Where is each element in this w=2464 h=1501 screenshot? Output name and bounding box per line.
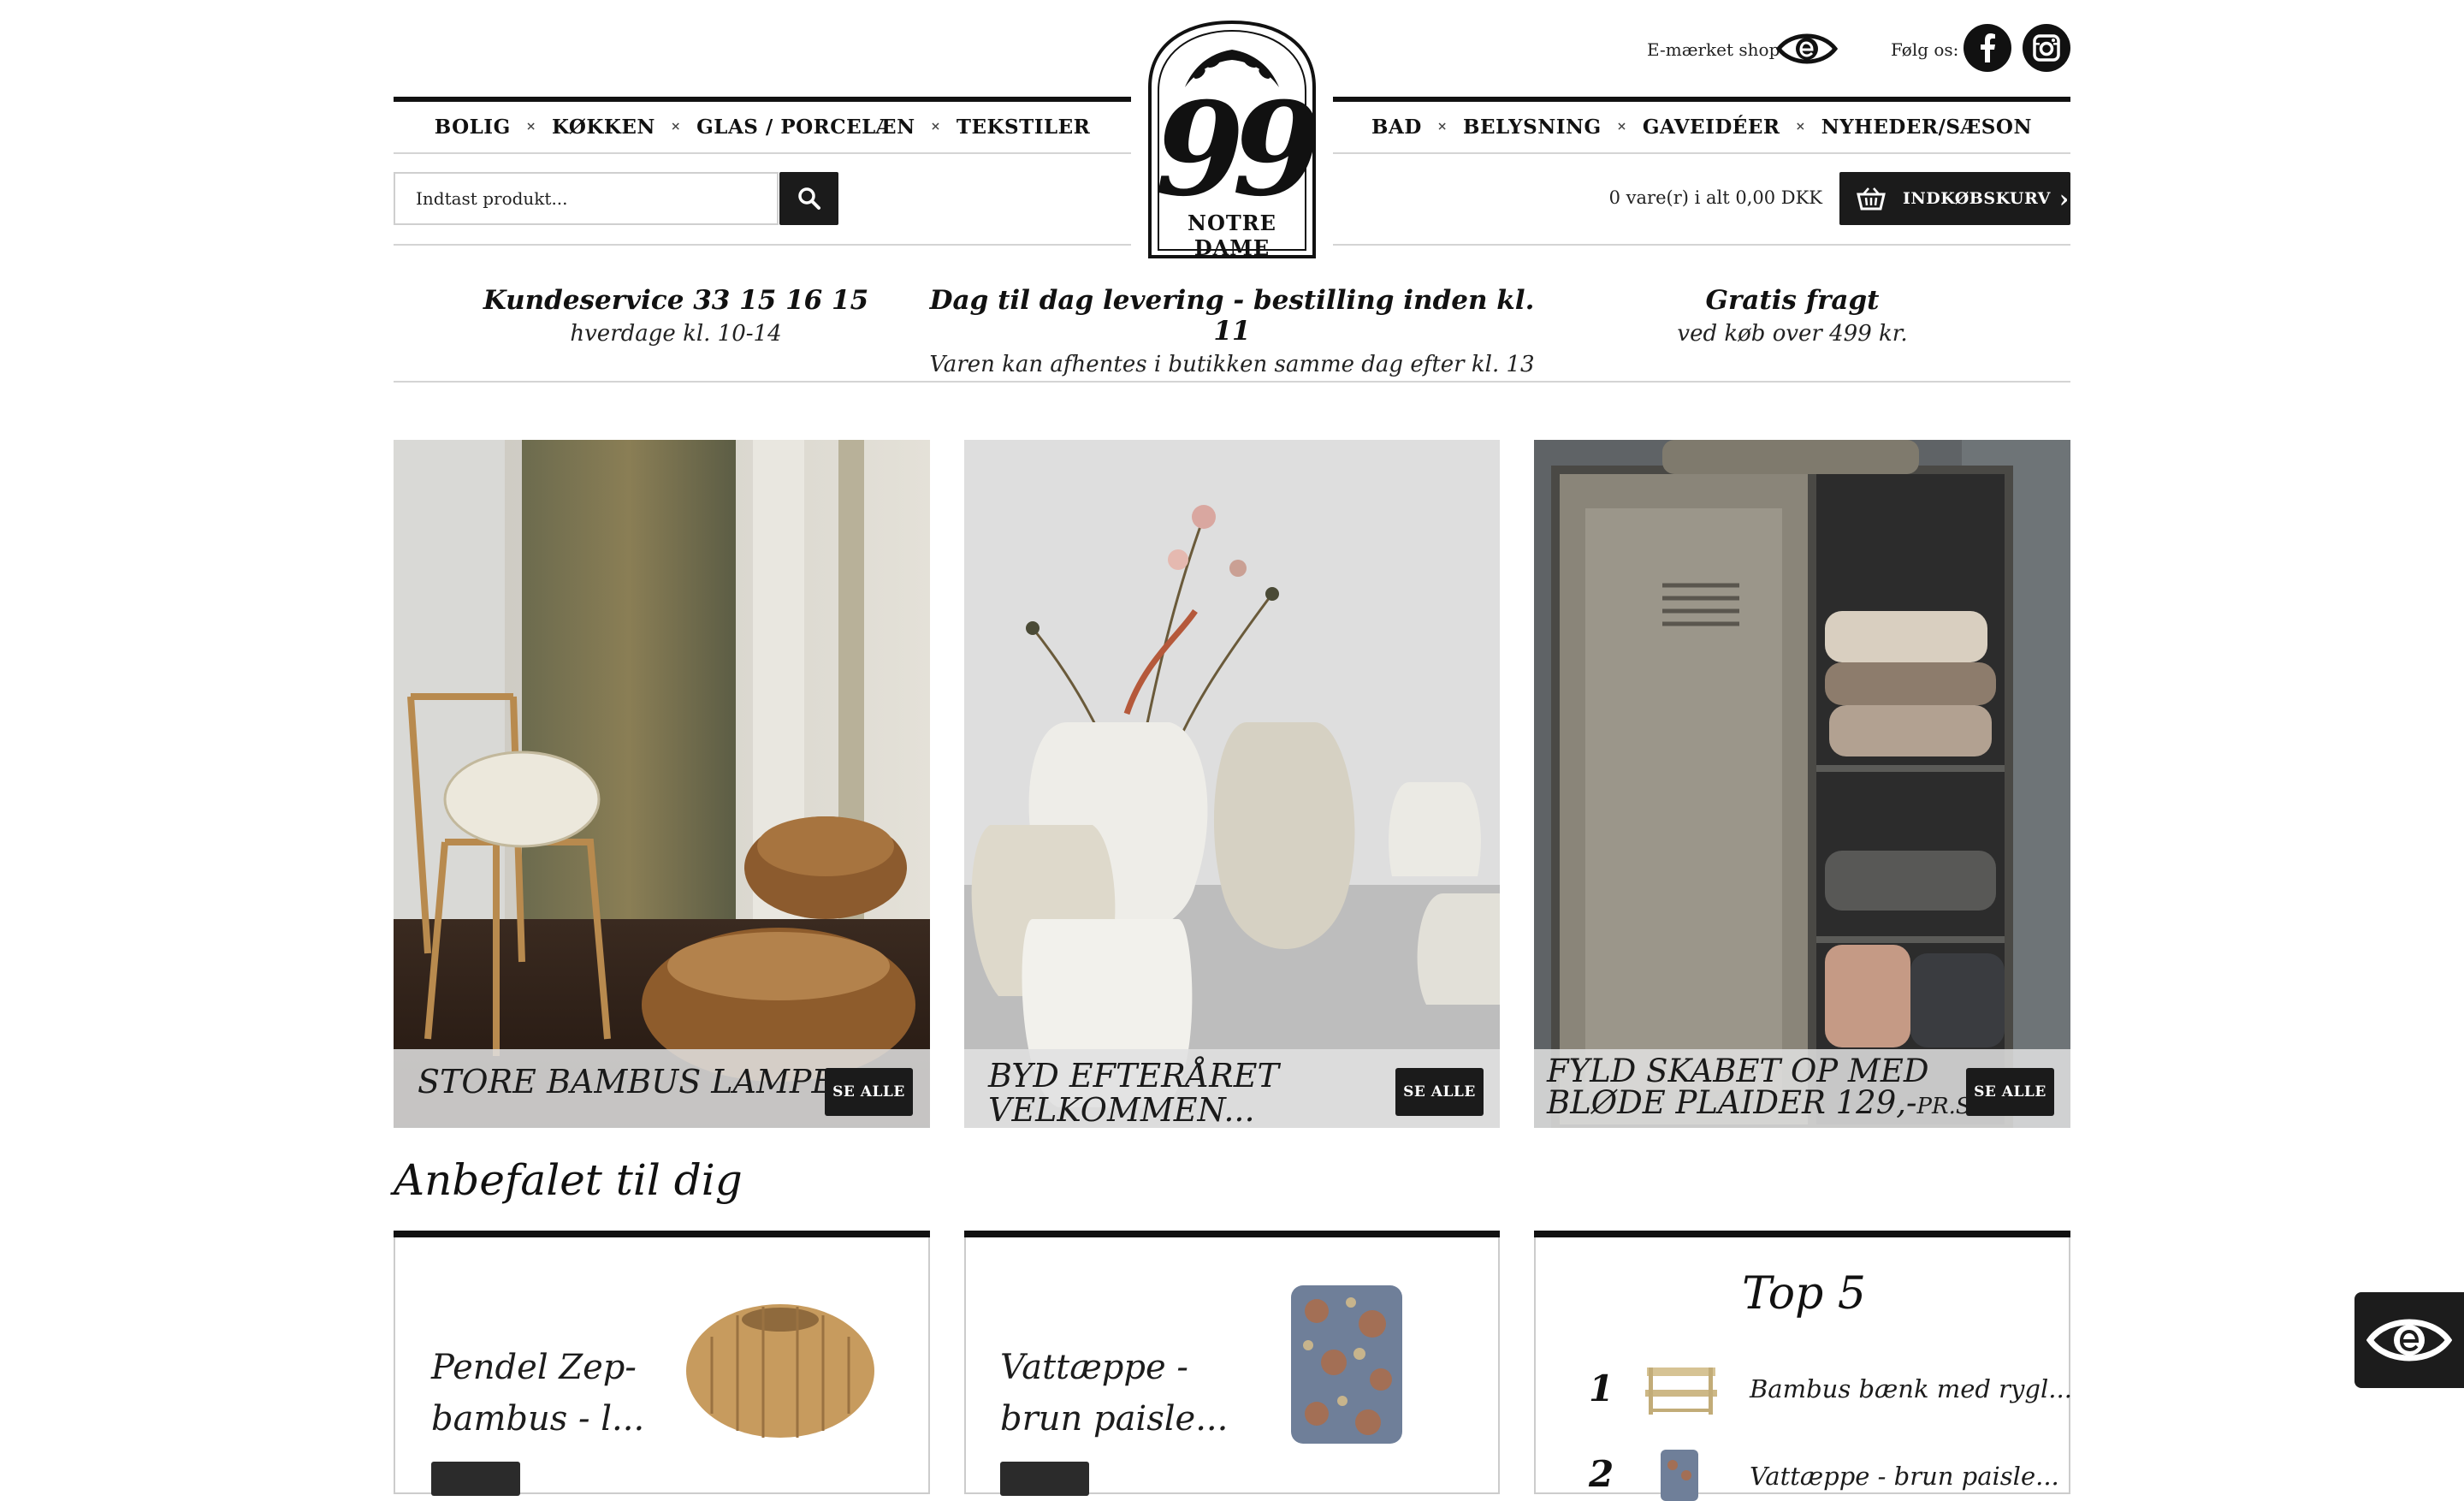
product-name[interactable]: Vattæppe - brun paisle...	[1000, 1342, 1240, 1445]
nav-rule-right	[1333, 97, 2070, 102]
nav-right: BAD × BELYSNING × GAVEIDÉER × NYHEDER/SÆ…	[1333, 111, 2070, 142]
promo-tile-bamboo-lamps[interactable]: STORE BAMBUS LAMPER SE ALLE	[394, 440, 930, 1128]
header-divider-right	[1333, 244, 2070, 246]
product-buy-button[interactable]	[431, 1462, 520, 1496]
product-card-vattaeppe[interactable]: Vattæppe - brun paisle...	[964, 1237, 1500, 1496]
promo-title: STORE BAMBUS LAMPER	[418, 1063, 860, 1101]
basket-icon	[1857, 187, 1886, 211]
card-topbar	[964, 1231, 1500, 1237]
product-name[interactable]: Pendel Zep- bambus - l...	[431, 1342, 654, 1445]
top5-rank: 2	[1589, 1453, 1614, 1495]
usp-free-shipping: Gratis fragt ved køb over 499 kr.	[1626, 285, 1959, 347]
nav-item-nyheder-saeson[interactable]: NYHEDER/SÆSON	[1821, 116, 2032, 139]
cart-summary: 0 vare(r) i alt 0,00 DKK	[1608, 187, 1822, 208]
instagram-icon[interactable]	[2023, 24, 2070, 72]
search-input[interactable]: Indtast produkt...	[394, 172, 779, 225]
promo-title-line2: BLØDE PLAIDER 129,-PR.STK.	[1547, 1086, 2010, 1124]
top5-title: Top 5	[1742, 1268, 1866, 1320]
product-name-line1: Pendel Zep-	[431, 1348, 637, 1387]
promo-image-autumn-vases	[964, 440, 1500, 1128]
nav-separator: ×	[1616, 120, 1627, 133]
card-topbar	[394, 1231, 930, 1237]
top5-item-name[interactable]: Vattæppe - brun paisle...	[1750, 1462, 2059, 1491]
emark-label: E-mærket shop	[1647, 39, 1780, 60]
nav-item-bad[interactable]: BAD	[1371, 116, 1422, 139]
see-all-button[interactable]: SE ALLE	[1395, 1068, 1484, 1116]
search-icon	[797, 187, 820, 210]
usp-title: Gratis fragt	[1705, 285, 1880, 316]
see-all-button[interactable]: SE ALLE	[825, 1068, 913, 1116]
nav-item-glas-porcelaen[interactable]: GLAS / PORCELÆN	[696, 116, 915, 139]
search-button[interactable]	[779, 172, 838, 225]
emark-icon[interactable]	[1775, 29, 1839, 68]
product-name-line2: brun paisle...	[1000, 1399, 1229, 1439]
promo-title-line1: BYD EFTERÅRET	[988, 1057, 1279, 1095]
promo-tile-autumn[interactable]: BYD EFTERÅRET VELKOMMEN... SE ALLE	[964, 440, 1500, 1128]
logo-numerals: 99	[1155, 74, 1322, 225]
top5-item-name[interactable]: Bambus bænk med rygl...	[1750, 1374, 2072, 1403]
usp-subtitle: Varen kan afhentes i butikken samme dag …	[929, 352, 1535, 377]
product-buy-button[interactable]	[1000, 1462, 1089, 1496]
product-image-quilt-small[interactable]	[1654, 1450, 1705, 1501]
search-placeholder: Indtast produkt...	[416, 188, 568, 209]
header-divider-left	[394, 244, 1131, 246]
see-all-button[interactable]: SE ALLE	[1966, 1068, 2054, 1116]
emark-badge-icon	[2366, 1319, 2452, 1362]
nav-separator: ×	[930, 120, 941, 133]
chevron-right-icon: ›	[2058, 184, 2070, 213]
usp-subtitle: ved køb over 499 kr.	[1677, 321, 1908, 347]
nav-item-tekstiler[interactable]: TEKSTILER	[957, 116, 1090, 139]
facebook-icon[interactable]	[1964, 24, 2011, 72]
nav-separator: ×	[1795, 120, 1806, 133]
promo-title-price: BLØDE PLAIDER 129,-	[1547, 1084, 1917, 1121]
promo-title-line1: FYLD SKABET OP MED	[1547, 1053, 1929, 1089]
cart-button-label: INDKØBSKURV	[1903, 189, 2051, 208]
top5-rank: 1	[1589, 1368, 1614, 1409]
nav-divider-right	[1333, 152, 2070, 154]
promo-tile-plaids[interactable]: FYLD SKABET OP MED BLØDE PLAIDER 129,-PR…	[1534, 440, 2070, 1128]
usp-delivery: Dag til dag levering - bestilling inden …	[915, 285, 1549, 377]
product-card-pendel[interactable]: Pendel Zep- bambus - l...	[394, 1237, 930, 1496]
product-name-line2: bambus - l...	[431, 1399, 645, 1439]
nav-item-belysning[interactable]: BELYSNING	[1463, 116, 1602, 139]
recommended-heading: Anbefalet til dig	[394, 1155, 743, 1205]
cart-button[interactable]: INDKØBSKURV ›	[1839, 172, 2070, 225]
nav-rule-left	[394, 97, 1131, 102]
nav-separator: ×	[525, 120, 536, 133]
product-image-bamboo-bench[interactable]	[1640, 1357, 1722, 1419]
usp-customer-service: Kundeservice 33 15 16 15 hverdage kl. 10…	[462, 285, 890, 347]
top5-card: Top 5 1 Bambus bænk med rygl... 2 Vattæp…	[1534, 1237, 2072, 1501]
usp-title: Dag til dag levering - bestilling inden …	[929, 285, 1535, 347]
promo-title-line2: VELKOMMEN...	[988, 1091, 1255, 1128]
nav-item-bolig[interactable]: BOLIG	[435, 116, 511, 139]
usp-divider	[394, 381, 2070, 383]
nav-left: BOLIG × KØKKEN × GLAS / PORCELÆN × TEKST…	[394, 111, 1131, 142]
logo-text: NOTRE DAME	[1188, 211, 1276, 260]
product-image-quilt	[1291, 1285, 1402, 1444]
product-name-line1: Vattæppe -	[1000, 1348, 1188, 1387]
usp-title: Kundeservice 33 15 16 15	[483, 285, 869, 316]
emark-badge[interactable]	[2354, 1292, 2464, 1388]
nav-divider-left	[394, 152, 1131, 154]
nav-separator: ×	[670, 120, 682, 133]
card-topbar	[1534, 1231, 2070, 1237]
follow-label: Følg os:	[1891, 39, 1959, 60]
nav-separator: ×	[1436, 120, 1448, 133]
product-image-bamboo-pendant	[686, 1304, 874, 1438]
usp-subtitle: hverdage kl. 10-14	[570, 321, 782, 347]
nav-item-gaveideer[interactable]: GAVEIDÉER	[1643, 116, 1780, 139]
nav-item-kokken[interactable]: KØKKEN	[552, 116, 655, 139]
promo-image-plaids-cabinet	[1534, 440, 2070, 1128]
promo-image-bamboo-lamps	[394, 440, 930, 1128]
